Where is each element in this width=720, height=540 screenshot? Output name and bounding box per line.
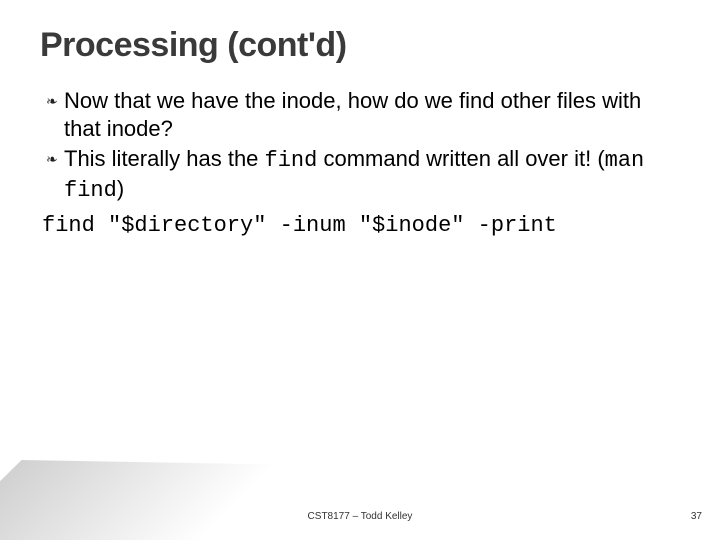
bullet-text: This literally has the find command writ…: [64, 145, 680, 205]
text-run: ): [117, 176, 124, 201]
bullet-item: ❧ This literally has the find command wr…: [46, 145, 680, 205]
footer-text: CST8177 – Todd Kelley: [0, 511, 720, 522]
command-line: find "$directory" -inum "$inode" -print: [42, 212, 680, 240]
decorative-wedge: [0, 460, 277, 540]
bullet-icon: ❧: [46, 87, 64, 143]
text-run: This literally has the: [64, 146, 265, 171]
bullet-item: ❧ Now that we have the inode, how do we …: [46, 87, 680, 143]
page-number: 37: [691, 511, 702, 522]
code-run: find: [265, 148, 318, 173]
text-run: command written all over it! (: [317, 146, 604, 171]
slide-title: Processing (cont'd): [40, 26, 680, 65]
bullet-icon: ❧: [46, 145, 64, 205]
footer: CST8177 – Todd Kelley 37: [0, 511, 720, 522]
slide: Processing (cont'd) ❧ Now that we have t…: [0, 0, 720, 540]
content-area: ❧ Now that we have the inode, how do we …: [40, 87, 680, 240]
bullet-text: Now that we have the inode, how do we fi…: [64, 87, 680, 143]
